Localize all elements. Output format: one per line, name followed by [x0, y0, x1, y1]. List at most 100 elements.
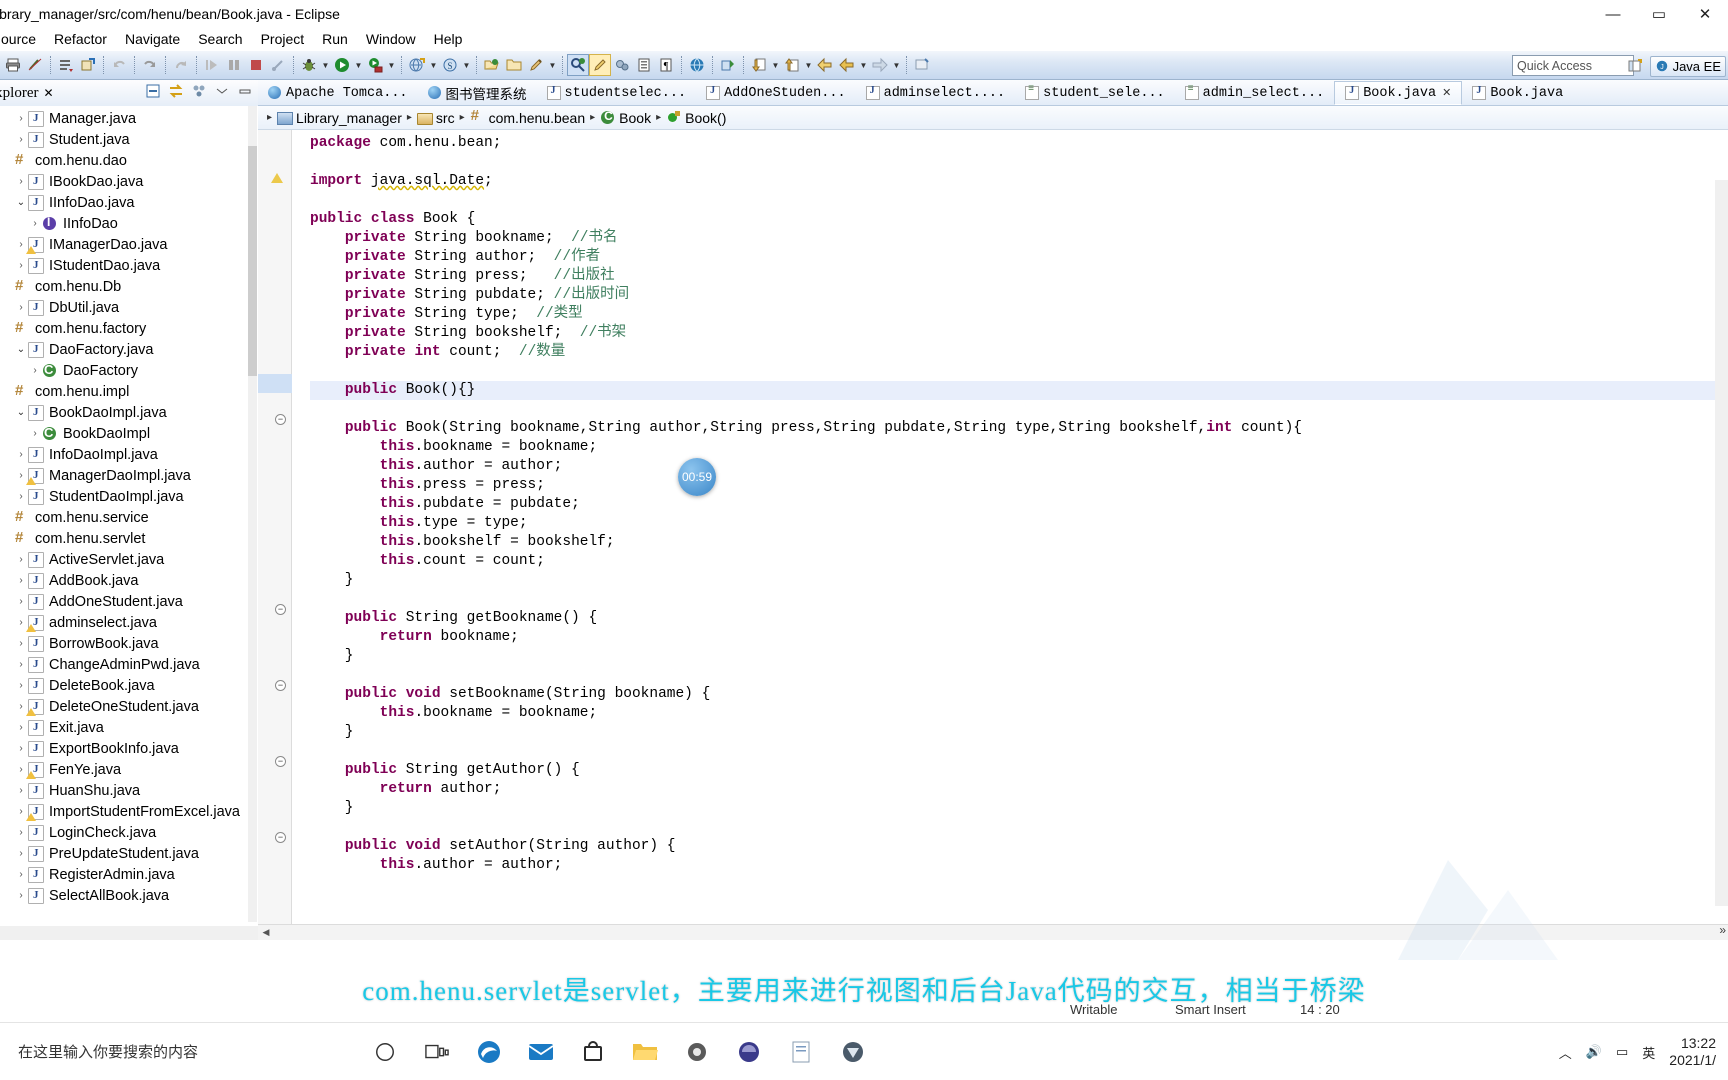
history-dropdown-icon[interactable]: ▼ [858, 54, 869, 76]
editor-tab[interactable]: Book.java ✕ [1334, 81, 1463, 105]
perspective-tab-java-ee[interactable]: J Java EE [1649, 55, 1726, 77]
editor-tab[interactable]: AddOneStuden... [696, 81, 856, 105]
pin-editor-icon[interactable] [911, 54, 933, 76]
scroll-left-icon[interactable]: ◀ [258, 927, 274, 938]
fold-toggle-icon[interactable]: − [275, 604, 286, 615]
tree-item[interactable]: › AddBook.java [0, 570, 258, 591]
forward-icon[interactable] [869, 54, 891, 76]
menu-item-refactor[interactable]: Refactor [45, 30, 116, 48]
external-tools-dropdown-icon[interactable]: ▼ [461, 54, 472, 76]
tree-item[interactable]: com.henu.dao [0, 150, 258, 171]
chevron-right-icon[interactable]: › [14, 449, 28, 460]
taskbar-search-input[interactable]: 在这里输入你要搜索的内容 [0, 1022, 352, 1080]
print-icon[interactable] [2, 54, 24, 76]
source-code[interactable]: package com.henu.bean; import java.sql.Da… [292, 130, 1728, 924]
tree-item[interactable]: › InfoDaoImpl.java [0, 444, 258, 465]
profile-icon[interactable] [717, 54, 739, 76]
chevron-right-icon[interactable]: › [14, 848, 28, 859]
project-tree[interactable]: ›Manager.java›Student.javacom.henu.dao›I… [0, 106, 258, 940]
annotation-dropdown-icon[interactable]: ▼ [547, 54, 558, 76]
tree-item[interactable]: ⌄ DaoFactory.java [0, 339, 258, 360]
tree-item[interactable]: › IInfoDao [0, 213, 258, 234]
web-browser-icon[interactable] [686, 54, 708, 76]
chevron-right-icon[interactable]: › [14, 491, 28, 502]
settings-icon[interactable] [682, 1037, 712, 1067]
tree-item[interactable]: com.henu.Db [0, 276, 258, 297]
code-editor[interactable]: − − − − − package com.henu.bean; import j… [258, 130, 1728, 924]
chevron-right-icon[interactable]: › [14, 680, 28, 691]
link-with-editor-icon[interactable] [167, 82, 185, 100]
editor-tab[interactable]: adminselect.... [856, 81, 1016, 105]
close-icon[interactable]: ✕ [1442, 86, 1451, 100]
tree-item[interactable]: › RegisterAdmin.java [0, 864, 258, 885]
previous-annotation-icon[interactable] [781, 54, 803, 76]
tree-item[interactable]: › LoginCheck.java [0, 822, 258, 843]
mail-icon[interactable] [526, 1037, 556, 1067]
task-view-icon[interactable] [422, 1037, 452, 1067]
tree-item[interactable]: › Exit.java [0, 717, 258, 738]
tree-item[interactable]: ›ManagerDaoImpl.java [0, 465, 258, 486]
quick-access-input[interactable]: Quick Access [1512, 55, 1634, 76]
chevron-right-icon[interactable]: › [14, 869, 28, 880]
explorer-horizontal-scrollbar[interactable] [0, 926, 258, 940]
chevron-right-icon[interactable]: › [14, 827, 28, 838]
chevron-right-icon[interactable]: › [14, 575, 28, 586]
tree-item[interactable]: com.henu.impl [0, 381, 258, 402]
file-explorer-icon[interactable] [630, 1037, 660, 1067]
chevron-down-icon[interactable]: ⌄ [14, 344, 28, 355]
disconnect-icon[interactable] [267, 54, 289, 76]
tree-item[interactable]: › StudentDaoImpl.java [0, 486, 258, 507]
run-dropdown-icon[interactable]: ▼ [353, 54, 364, 76]
menu-item-search[interactable]: Search [189, 30, 251, 48]
tree-item[interactable]: ›ImportStudentFromExcel.java [0, 801, 258, 822]
chevron-right-icon[interactable]: › [28, 365, 42, 376]
suspend-icon[interactable] [223, 54, 245, 76]
app-icon[interactable] [838, 1037, 868, 1067]
previous-annotation-dropdown-icon[interactable]: ▼ [803, 54, 814, 76]
fold-toggle-icon[interactable]: − [275, 756, 286, 767]
external-tools-icon[interactable]: S [439, 54, 461, 76]
terminate-icon[interactable] [245, 54, 267, 76]
new-server-dropdown-icon[interactable]: ▼ [428, 54, 439, 76]
chevron-right-icon[interactable]: › [28, 428, 42, 439]
next-annotation-icon[interactable] [748, 54, 770, 76]
menu-item-navigate[interactable]: Navigate [116, 30, 189, 48]
tree-item[interactable]: › BorrowBook.java [0, 633, 258, 654]
chevron-right-icon[interactable]: › [14, 260, 28, 271]
breadcrumb-item[interactable]: src [416, 110, 455, 126]
tree-item[interactable]: › DbUtil.java [0, 297, 258, 318]
view-menu-icon[interactable] [190, 82, 208, 100]
breadcrumb-item[interactable]: Book [600, 109, 651, 126]
annotation-pencil-icon[interactable] [525, 54, 547, 76]
editor-tab[interactable]: studentselec... [537, 81, 697, 105]
tree-item[interactable]: › AddOneStudent.java [0, 591, 258, 612]
chevron-right-icon[interactable]: › [14, 638, 28, 649]
tree-item[interactable]: › IStudentDao.java [0, 255, 258, 276]
package-explorer-tab[interactable]: Explorer ✕ [0, 81, 60, 105]
chevron-right-icon[interactable]: › [14, 785, 28, 796]
tree-item[interactable]: com.henu.factory [0, 318, 258, 339]
editor-vertical-scrollbar[interactable] [1715, 180, 1728, 906]
chevron-right-icon[interactable]: › [14, 176, 28, 187]
tree-item[interactable]: › ExportBookInfo.java [0, 738, 258, 759]
chevron-right-icon[interactable]: › [14, 722, 28, 733]
debug-icon[interactable] [298, 54, 320, 76]
chevron-right-icon[interactable]: › [14, 134, 28, 145]
store-icon[interactable] [578, 1037, 608, 1067]
minimize-view-icon[interactable] [213, 82, 231, 100]
ime-indicator[interactable]: 英 [1642, 1043, 1655, 1062]
warning-marker-icon[interactable] [271, 170, 285, 184]
tree-item[interactable]: › BookDaoImpl [0, 423, 258, 444]
open-perspective-icon[interactable] [1624, 55, 1646, 77]
taskbar-clock[interactable]: 13:22 2021/1/ [1669, 1035, 1716, 1069]
chevron-right-icon[interactable]: › [14, 113, 28, 124]
tree-item[interactable]: › Student.java [0, 129, 258, 150]
tree-item[interactable]: ›adminselect.java [0, 612, 258, 633]
editor-tab[interactable]: student_sele... [1015, 81, 1175, 105]
tree-item[interactable]: › Manager.java [0, 108, 258, 129]
menu-item-run[interactable]: Run [313, 30, 357, 48]
tree-item[interactable]: › SelectAllBook.java [0, 885, 258, 906]
tree-item[interactable]: › IBookDao.java [0, 171, 258, 192]
fold-toggle-icon[interactable]: − [275, 414, 286, 425]
search-java-icon[interactable] [567, 54, 589, 76]
